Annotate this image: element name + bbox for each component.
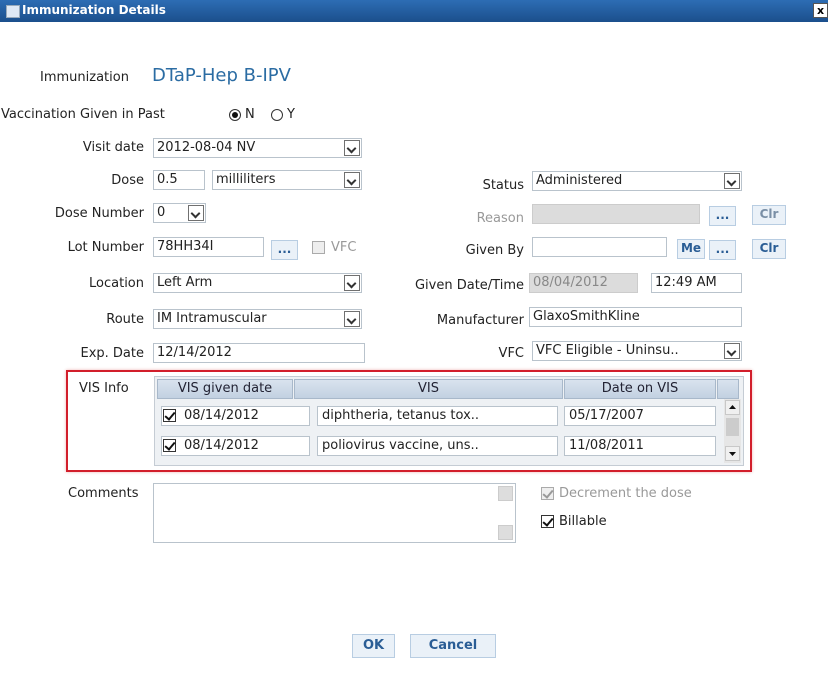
vis-scrollbar[interactable] — [724, 399, 741, 463]
location-value: Left Arm — [157, 275, 213, 290]
radio-past-y-label: Y — [287, 107, 295, 122]
lot-browse-button[interactable]: ... — [271, 240, 298, 260]
given-by-clear-button[interactable]: Clr — [752, 239, 786, 259]
dose-label: Dose — [111, 173, 144, 188]
table-row-1-date-on-vis[interactable]: 05/17/2007 — [564, 406, 716, 426]
location-label: Location — [89, 276, 144, 291]
ok-button[interactable]: OK — [352, 634, 395, 658]
vis-header-given-date[interactable]: VIS given date — [157, 379, 293, 399]
given-by-me-button[interactable]: Me — [677, 239, 705, 259]
route-value: IM Intramuscular — [157, 311, 267, 326]
dose-number-value: 0 — [157, 205, 166, 220]
table-row-2-given-date[interactable]: 08/14/2012 — [161, 436, 310, 456]
given-by-browse-button[interactable]: ... — [709, 240, 736, 260]
reason-browse-button[interactable]: ... — [709, 206, 736, 226]
dose-number-select[interactable]: 0 — [153, 203, 206, 223]
vis-row-1-checkbox[interactable] — [163, 409, 176, 422]
scroll-down-button[interactable] — [725, 446, 740, 461]
table-row-1-given-date[interactable]: 08/14/2012 — [161, 406, 310, 426]
route-select[interactable]: IM Intramuscular — [153, 309, 362, 329]
immunization-name: DTaP-Hep B-IPV — [152, 65, 291, 86]
table-row-1-vis[interactable]: diphtheria, tetanus tox.. — [317, 406, 558, 426]
chevron-down-icon — [729, 452, 736, 456]
window-titlebar: Immunization Details x — [0, 0, 828, 22]
visit-date-label: Visit date — [82, 140, 144, 155]
billable-label: Billable — [559, 514, 607, 529]
vaccination-past-label: Vaccination Given in Past — [1, 107, 165, 122]
scroll-up-button[interactable] — [725, 400, 740, 415]
window-title: Immunization Details — [22, 3, 166, 17]
radio-past-n[interactable] — [229, 109, 241, 121]
billable-checkbox[interactable] — [541, 515, 554, 528]
comments-scroll-up[interactable] — [498, 486, 513, 501]
chevron-down-icon — [724, 343, 740, 359]
visit-date-value: 2012-08-04 NV — [157, 140, 256, 155]
chevron-down-icon — [724, 173, 740, 189]
chevron-down-icon — [344, 140, 360, 156]
lot-number-label: Lot Number — [67, 240, 144, 255]
lot-number-input[interactable]: 78HH34I — [153, 237, 264, 257]
vis-info-label: VIS Info — [79, 381, 129, 396]
given-datetime-label: Given Date/Time — [414, 278, 524, 293]
visit-date-select[interactable]: 2012-08-04 NV — [153, 138, 362, 158]
immunization-label: Immunization — [40, 70, 129, 85]
given-time-input[interactable]: 12:49 AM — [651, 273, 742, 293]
chevron-down-icon — [188, 205, 204, 221]
manufacturer-input[interactable]: GlaxoSmithKline — [529, 307, 742, 327]
dose-input[interactable]: 0.5 — [153, 170, 205, 190]
table-row-2-date-on-vis[interactable]: 11/08/2011 — [564, 436, 716, 456]
vis-header-blank — [717, 379, 739, 399]
vfc-checkbox-label: VFC — [331, 240, 357, 255]
reason-clear-button[interactable]: Clr — [752, 205, 786, 225]
chevron-down-icon — [344, 275, 360, 291]
window-icon — [6, 5, 20, 18]
exp-date-input[interactable]: 12/14/2012 — [153, 343, 365, 363]
vfc-select[interactable]: VFC Eligible - Uninsu.. — [532, 341, 742, 361]
status-value: Administered — [536, 173, 623, 188]
cancel-button[interactable]: Cancel — [410, 634, 496, 658]
comments-scroll-down[interactable] — [498, 525, 513, 540]
location-select[interactable]: Left Arm — [153, 273, 362, 293]
decrement-label: Decrement the dose — [559, 486, 692, 501]
route-label: Route — [106, 312, 144, 327]
chevron-down-icon — [344, 311, 360, 327]
status-select[interactable]: Administered — [532, 171, 742, 191]
exp-date-label: Exp. Date — [80, 346, 145, 361]
given-date-input: 08/04/2012 — [529, 273, 638, 293]
vfc-label: VFC — [498, 346, 524, 361]
vfc-value: VFC Eligible - Uninsu.. — [536, 343, 679, 358]
vfc-checkbox[interactable] — [312, 241, 325, 254]
vis-header-date-on-vis[interactable]: Date on VIS — [564, 379, 716, 399]
vis-header-vis[interactable]: VIS — [294, 379, 563, 399]
comments-label: Comments — [68, 486, 139, 501]
scroll-thumb[interactable] — [726, 418, 739, 436]
table-row-2-vis[interactable]: poliovirus vaccine, uns.. — [317, 436, 558, 456]
decrement-checkbox[interactable] — [541, 487, 554, 500]
radio-past-y[interactable] — [271, 109, 283, 121]
dose-number-label: Dose Number — [54, 206, 144, 221]
given-by-input[interactable] — [532, 237, 667, 257]
chevron-down-icon — [344, 172, 360, 188]
vis-row-2-checkbox[interactable] — [163, 439, 176, 452]
dose-unit-value: milliliters — [216, 172, 276, 187]
chevron-up-icon — [729, 405, 736, 409]
close-icon[interactable]: x — [813, 3, 828, 18]
reason-input — [532, 204, 700, 224]
manufacturer-label: Manufacturer — [436, 313, 524, 328]
dose-unit-select[interactable]: milliliters — [212, 170, 362, 190]
radio-past-n-label: N — [245, 107, 255, 122]
given-by-label: Given By — [465, 243, 524, 258]
status-label: Status — [482, 178, 524, 193]
reason-label: Reason — [476, 211, 524, 226]
comments-textarea[interactable] — [153, 483, 516, 543]
